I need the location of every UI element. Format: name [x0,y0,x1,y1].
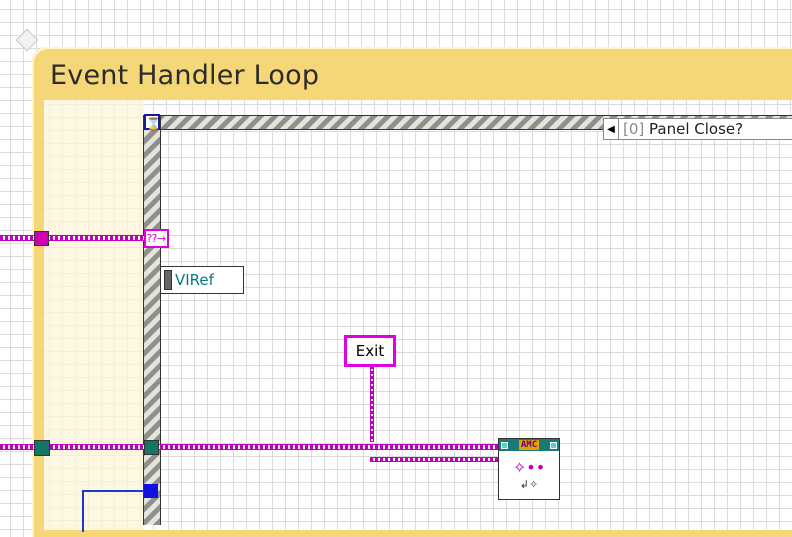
event-case-diagram-area [160,130,792,530]
amc-return-icon: ↲✧ [519,478,539,491]
event-structure-tunnel[interactable] [144,440,159,455]
decrement-arrow-icon[interactable]: ◀ [604,119,619,139]
case-selector-text: [0] Panel Close? [619,120,743,138]
amc-output-terminal[interactable] [549,441,557,449]
loop-title: Event Handler Loop [50,60,320,91]
case-name: Panel Close? [649,120,744,138]
case-index: [0] [623,120,645,138]
amc-wire-main[interactable] [0,444,500,450]
loop-left-shade [44,100,144,530]
amc-enqueue-subvi[interactable]: AMC ✧•• ↲✧ [498,438,560,500]
amc-badge: AMC [518,440,540,450]
amc-message-icon: ✧•• [512,458,546,477]
event-structure-left-border[interactable] [143,115,161,525]
amc-input-terminal[interactable] [501,441,508,449]
exit-string-constant[interactable]: Exit [344,335,396,367]
viref-label: VIRef [175,271,214,289]
shift-register-refnum-terminal[interactable] [34,231,49,246]
exit-wire-horizontal[interactable] [370,457,500,462]
event-timeout-hourglass-icon[interactable]: ⌛ [144,114,161,131]
shift-register-left-terminal[interactable] [34,440,50,456]
viref-grip-icon [164,270,172,290]
refnum-wire-left[interactable] [0,235,146,241]
viref-unbundle-node[interactable]: VIRef [160,266,244,294]
event-data-terminal[interactable] [144,484,158,498]
exit-wire-vertical[interactable] [370,366,374,442]
event-data-node-icon[interactable]: ⁇→ [144,229,169,248]
amc-header: AMC [499,439,559,451]
event-case-selector[interactable]: ◀ [0] Panel Close? [603,118,792,140]
diagram-anchor-diamond [15,28,39,52]
